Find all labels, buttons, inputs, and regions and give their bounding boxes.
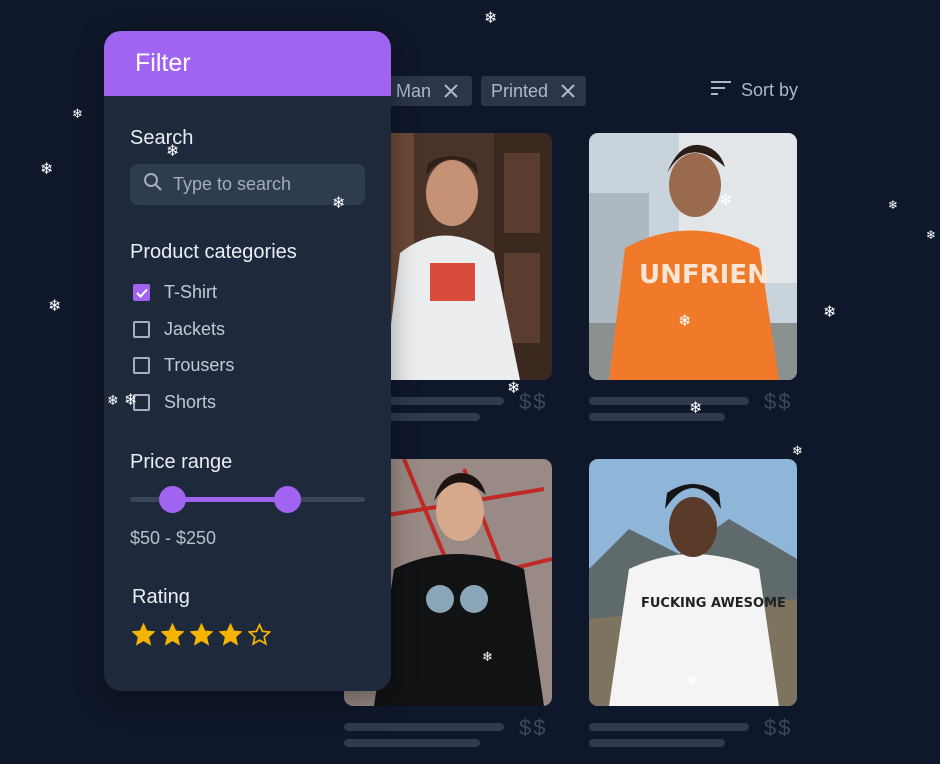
category-shorts[interactable]: Shorts xyxy=(133,392,216,413)
checkbox[interactable] xyxy=(133,321,150,338)
product-subtitle-placeholder xyxy=(589,413,725,421)
checkbox-checked[interactable] xyxy=(133,284,150,301)
category-tshirt[interactable]: T-Shirt xyxy=(133,282,217,303)
product-price: $$ xyxy=(764,715,793,740)
snowflake-icon: ❄ xyxy=(484,10,498,27)
rating-title: Rating xyxy=(132,586,190,608)
price-range-slider[interactable] xyxy=(130,486,365,513)
filter-chip-printed[interactable]: Printed xyxy=(481,76,586,106)
filter-chip-man[interactable]: Man xyxy=(386,76,472,106)
filter-title: Filter xyxy=(104,31,391,96)
category-label: Trousers xyxy=(164,355,235,375)
snowflake-icon: ❄ xyxy=(48,298,62,315)
search-field[interactable] xyxy=(130,164,365,205)
snowflake-icon: ❄ xyxy=(888,198,899,212)
price-range-fill xyxy=(172,497,288,502)
chip-label: Printed xyxy=(491,80,549,101)
product-title-placeholder xyxy=(589,723,749,731)
category-label: Jackets xyxy=(164,319,226,339)
close-icon[interactable] xyxy=(443,83,459,99)
product-title-placeholder xyxy=(344,723,504,731)
snowflake-icon: ❄ xyxy=(823,304,837,321)
chip-label: Man xyxy=(396,80,432,101)
product-price: $$ xyxy=(519,389,548,414)
checkbox[interactable] xyxy=(133,357,150,374)
svg-text:UNFRIEN: UNFRIEN xyxy=(639,260,769,290)
product-image[interactable]: UNFRIEN xyxy=(589,133,797,380)
sort-button[interactable]: Sort by xyxy=(710,79,798,102)
snowflake-icon: ❄ xyxy=(926,228,937,242)
price-max-handle[interactable] xyxy=(274,486,302,513)
category-jackets[interactable]: Jackets xyxy=(133,319,225,340)
snowflake-icon: ❄ xyxy=(72,106,83,121)
rating-stars[interactable] xyxy=(132,623,271,646)
star-filled-icon[interactable] xyxy=(190,623,213,646)
snowflake-icon: ❄ xyxy=(40,161,54,178)
categories-title: Product categories xyxy=(130,241,297,263)
checkbox[interactable] xyxy=(133,394,150,411)
star-empty-icon[interactable] xyxy=(248,623,271,646)
product-title-placeholder xyxy=(589,397,749,405)
price-range-title: Price range xyxy=(130,451,233,473)
price-range-value: $50 - $250 xyxy=(130,528,217,548)
category-trousers[interactable]: Trousers xyxy=(133,355,234,376)
close-icon[interactable] xyxy=(560,83,576,99)
product-price: $$ xyxy=(519,715,548,740)
search-title: Search xyxy=(130,127,194,149)
sort-icon xyxy=(710,79,732,102)
svg-text:FUCKING AWESOME: FUCKING AWESOME xyxy=(641,596,786,611)
snowflake-icon: ❄ xyxy=(792,443,803,458)
star-filled-icon[interactable] xyxy=(161,623,184,646)
product-price: $$ xyxy=(764,389,793,414)
filter-panel: Filter Search Product categories T-Shirt… xyxy=(104,31,391,691)
star-filled-icon[interactable] xyxy=(132,623,155,646)
sort-label: Sort by xyxy=(741,80,799,100)
product-image[interactable]: FUCKING AWESOME xyxy=(589,459,797,706)
search-input[interactable] xyxy=(171,173,355,196)
product-subtitle-placeholder xyxy=(344,739,480,747)
category-label: T-Shirt xyxy=(164,282,218,302)
product-subtitle-placeholder xyxy=(589,739,725,747)
category-label: Shorts xyxy=(164,392,217,412)
search-icon xyxy=(143,172,163,197)
star-filled-icon[interactable] xyxy=(219,623,242,646)
price-min-handle[interactable] xyxy=(159,486,187,513)
